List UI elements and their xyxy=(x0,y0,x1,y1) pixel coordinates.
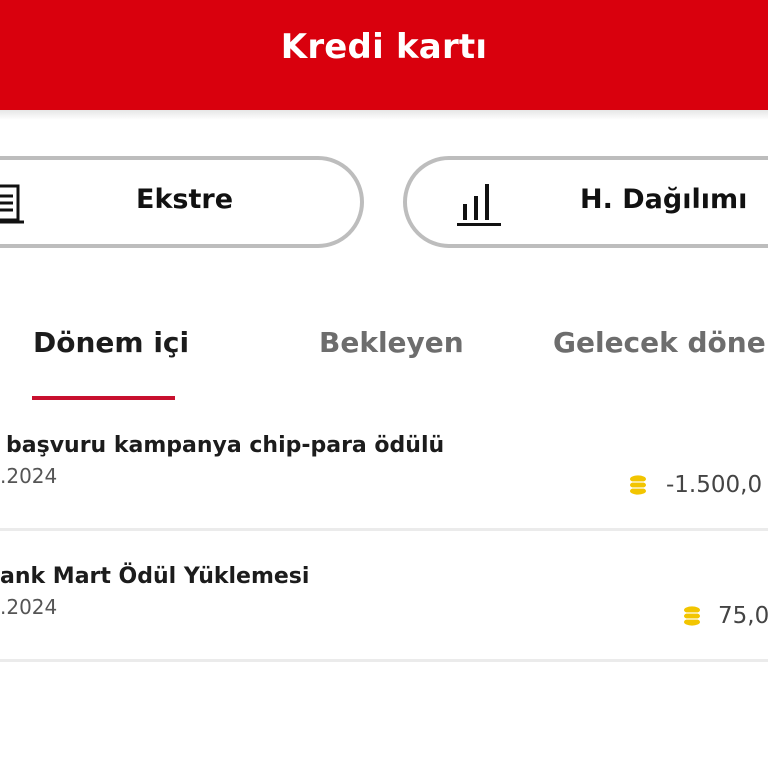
statement-button-label: Ekstre xyxy=(136,184,234,215)
row-divider xyxy=(0,659,768,662)
tab-pending[interactable]: Bekleyen xyxy=(319,326,464,359)
document-list-icon xyxy=(0,184,24,224)
transaction-title: ank Mart Ödül Yüklemesi xyxy=(0,564,310,589)
tab-next-period[interactable]: Gelecek dönem xyxy=(553,326,768,359)
coin-stack-icon xyxy=(630,475,646,495)
row-divider xyxy=(0,528,768,531)
app-header: Kredi kartı xyxy=(0,0,768,110)
page-title: Kredi kartı xyxy=(280,27,488,67)
transaction-title: başvuru kampanya chip-para ödülü xyxy=(6,433,445,458)
spending-distribution-button[interactable]: H. Dağılımı xyxy=(403,156,768,248)
transaction-amount: -1.500,0 xyxy=(666,472,763,498)
header-shadow xyxy=(0,110,768,120)
coin-stack-icon xyxy=(684,606,700,626)
bar-chart-icon xyxy=(457,184,501,226)
tab-current-period[interactable]: Dönem içi xyxy=(33,326,189,359)
active-tab-indicator xyxy=(32,396,175,400)
spending-distribution-button-label: H. Dağılımı xyxy=(580,184,748,215)
statement-button[interactable]: Ekstre xyxy=(0,156,364,248)
transaction-date: .2024 xyxy=(0,464,58,488)
transaction-amount: 75,0 xyxy=(718,603,768,629)
app-screen: Kredi kartı Ekstre H. Dağılımı Dönem içi… xyxy=(0,0,768,768)
transaction-date: .2024 xyxy=(0,595,58,619)
